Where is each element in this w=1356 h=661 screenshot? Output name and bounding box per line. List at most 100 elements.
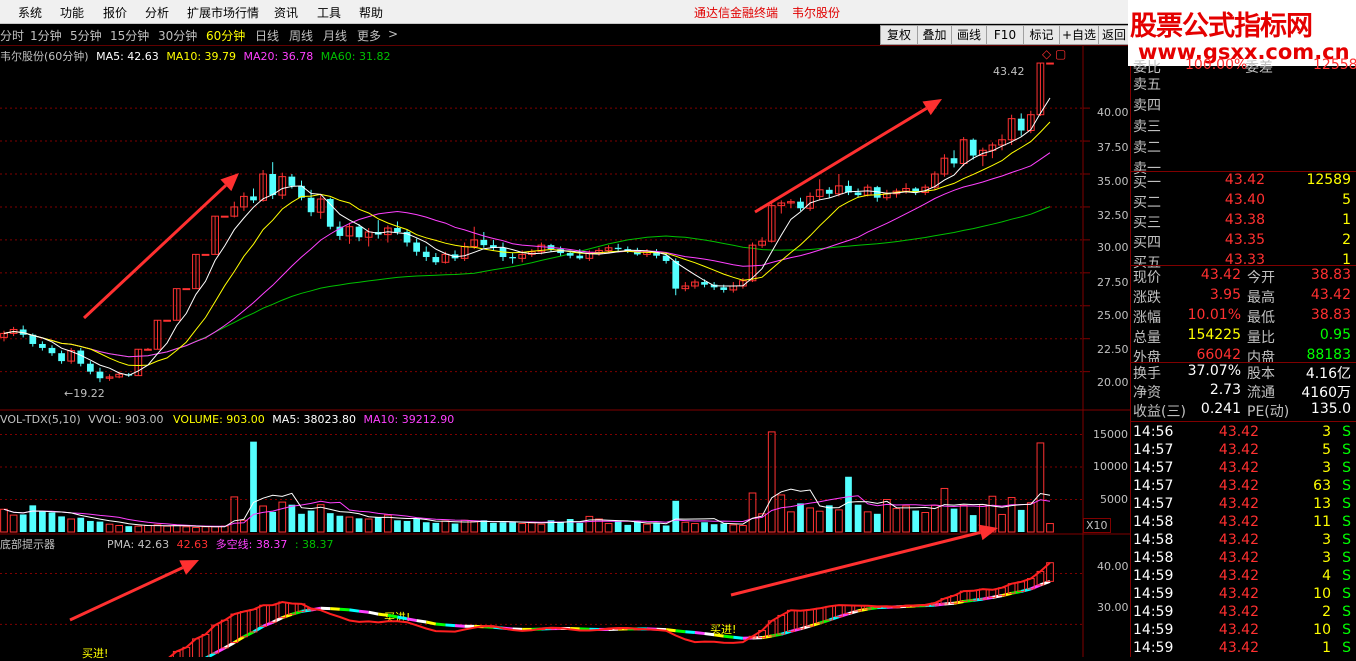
volume-bar-up xyxy=(365,519,372,532)
menu-analysis[interactable]: 分析 xyxy=(145,4,169,21)
order-book-buy-row: 买四43.352 xyxy=(1131,232,1356,251)
period-more[interactable]: 更多 xyxy=(357,27,381,44)
duokong-segment xyxy=(829,617,839,620)
volume-bar-up xyxy=(193,527,200,532)
period-daily[interactable]: 日线 xyxy=(255,27,279,44)
volume-bar-up xyxy=(116,526,123,533)
period-5min[interactable]: 5分钟 xyxy=(70,27,102,44)
duokong-segment xyxy=(206,653,216,657)
candle-body-down xyxy=(1018,119,1025,131)
duokong-segment xyxy=(455,626,465,627)
volume-bar-up xyxy=(999,514,1006,532)
volume-bar-up xyxy=(836,510,843,532)
fundamentals-row: 净资2.73流通4160万 xyxy=(1131,382,1356,401)
candle-body-down xyxy=(567,253,574,256)
volume-bar-down xyxy=(250,442,257,532)
volume-bar-down xyxy=(375,517,382,532)
volume-bar-up xyxy=(1027,503,1034,532)
tick-row: 14:5743.4263S xyxy=(1131,478,1356,497)
volume-bar-up xyxy=(212,527,219,532)
volume-bar-down xyxy=(500,522,507,532)
volume-bar-down xyxy=(77,518,84,532)
tick-row: 14:5943.4210S xyxy=(1131,586,1356,605)
duokong-segment xyxy=(1031,585,1041,589)
chart-area[interactable] xyxy=(0,46,1130,657)
volume-bar-up xyxy=(135,526,142,532)
add-watchlist-button[interactable]: +自选 xyxy=(1059,25,1099,45)
duokong-segment xyxy=(388,615,398,617)
volume-bar-up xyxy=(260,506,267,532)
order-book-sell-row: 卖四 xyxy=(1131,95,1356,114)
tick-row: 14:5843.423S xyxy=(1131,532,1356,551)
volume-bar-up xyxy=(279,502,286,532)
candle-body-down xyxy=(720,287,727,290)
period-30min[interactable]: 30分钟 xyxy=(158,27,197,44)
volume-bar-down xyxy=(855,505,862,532)
volume-bar-down xyxy=(576,523,583,532)
candle-body-down xyxy=(77,351,84,364)
volume-bar-up xyxy=(749,493,756,532)
volume-bar-down xyxy=(663,526,670,533)
volume-bar-up xyxy=(816,511,823,532)
pma-box xyxy=(202,634,209,657)
mark-button[interactable]: 标记 xyxy=(1023,25,1060,45)
volume-bar-up xyxy=(644,524,651,532)
overlay-button[interactable]: 叠加 xyxy=(917,25,952,45)
period-weekly[interactable]: 周线 xyxy=(289,27,313,44)
volume-bar-up xyxy=(778,495,785,532)
duokong-segment xyxy=(369,612,379,614)
volume-bar-down xyxy=(874,514,881,532)
volume-bar-up xyxy=(960,505,967,532)
volume-bar-up xyxy=(692,524,699,532)
candle-body-down xyxy=(289,177,296,186)
annotation-arrow-shaft xyxy=(84,185,226,318)
menu-extended-market[interactable]: 扩展市场行情 xyxy=(187,4,259,21)
tick-row: 14:5743.425S xyxy=(1131,442,1356,461)
quote-row: 涨幅10.01%最低38.83 xyxy=(1131,307,1356,326)
menu-help[interactable]: 帮助 xyxy=(359,4,383,21)
candle-body-down xyxy=(327,199,334,227)
menu-system[interactable]: 系统 xyxy=(18,4,42,21)
adjust-button[interactable]: 复权 xyxy=(880,25,918,45)
menu-news[interactable]: 资讯 xyxy=(274,4,298,21)
volume-bar-up xyxy=(864,512,871,532)
duokong-segment xyxy=(349,610,359,611)
candle-body-down xyxy=(576,256,583,259)
menu-quote[interactable]: 报价 xyxy=(103,4,127,21)
pma-box xyxy=(221,620,228,648)
annotation-arrow-shaft xyxy=(731,532,981,595)
f10-button[interactable]: F10 xyxy=(986,25,1024,45)
period-60min[interactable]: 60分钟 xyxy=(206,27,245,44)
tick-row: 14:5743.4213S xyxy=(1131,496,1356,515)
menu-function[interactable]: 功能 xyxy=(60,4,84,21)
tick-row: 14:5943.424S xyxy=(1131,568,1356,587)
volume-bar-down xyxy=(97,522,104,532)
pma-box xyxy=(212,625,219,653)
annotation-arrow-shaft xyxy=(70,568,183,620)
volume-bar-down xyxy=(423,522,430,532)
duokong-segment xyxy=(445,625,455,626)
draw-button[interactable]: 画线 xyxy=(951,25,987,45)
chevron-right-icon[interactable]: > xyxy=(388,27,398,41)
order-book-buy-row: 买三43.381 xyxy=(1131,212,1356,231)
period-monthly[interactable]: 月线 xyxy=(323,27,347,44)
period-timeshare[interactable]: 分时 xyxy=(0,27,24,44)
tick-row: 14:5643.423S xyxy=(1131,424,1356,443)
duokong-segment xyxy=(407,619,417,621)
period-toolbar: 分时 1分钟 5分钟 15分钟 30分钟 60分钟 日线 周线 月线 更多 > … xyxy=(0,24,1128,46)
volume-bar-down xyxy=(58,516,65,532)
candle-body-down xyxy=(39,344,46,348)
back-button[interactable]: 返回 xyxy=(1098,25,1130,45)
quote-panel: 委比 100.00% 委差 12558 卖五卖四卖三卖二卖一买一43.42125… xyxy=(1130,66,1356,657)
period-1min[interactable]: 1分钟 xyxy=(30,27,62,44)
duokong-segment xyxy=(234,637,244,643)
volume-bar-down xyxy=(29,505,36,532)
period-15min[interactable]: 15分钟 xyxy=(110,27,149,44)
menu-tools[interactable]: 工具 xyxy=(317,4,341,21)
volume-bar-down xyxy=(912,511,919,532)
volume-bar-up xyxy=(173,526,180,533)
volume-bar-down xyxy=(490,523,497,532)
tick-row: 14:5943.4210S xyxy=(1131,622,1356,641)
duokong-segment xyxy=(676,631,686,632)
volume-bar-up xyxy=(768,432,775,532)
